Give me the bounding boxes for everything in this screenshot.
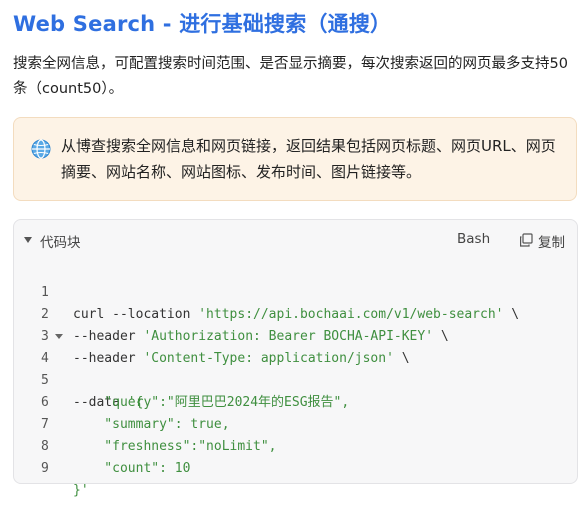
page-description: 搜索全网信息，可配置搜索时间范围、是否显示摘要，每次搜索返回的网页最多支持50条…: [13, 56, 568, 97]
code-block-header: 代码块 Bash 复制: [14, 220, 577, 260]
code-line: 5 "query":"阿里巴巴2024年的ESG报告",: [14, 348, 349, 410]
code-language: Bash: [457, 231, 491, 247]
code-line: 7 "freshness":"noLimit",: [14, 392, 277, 454]
line-number: 9: [41, 461, 49, 476]
code-line: 1 curl --location 'https://api.bochaai.c…: [14, 260, 519, 322]
code-text: "count": 10: [73, 461, 191, 476]
code-block-label[interactable]: 代码块: [40, 231, 81, 251]
collapse-caret-icon[interactable]: [24, 237, 32, 243]
copy-icon: [520, 233, 533, 247]
code-text: curl --location 'https://api.bochaai.com…: [73, 307, 520, 322]
code-text: }': [73, 483, 89, 498]
code-text: "summary": true,: [73, 417, 230, 432]
code-line: 2 --header 'Authorization: Bearer BOCHA-…: [14, 282, 449, 344]
code-line: 8 "count": 10: [14, 414, 190, 476]
globe-icon: [31, 139, 51, 159]
code-text: --header 'Authorization: Bearer BOCHA-AP…: [73, 329, 449, 344]
code-line: 6 "summary": true,: [14, 370, 230, 432]
fold-caret-icon[interactable]: [55, 334, 63, 339]
code-block: 代码块 Bash 复制 1 curl --location 'https://a…: [13, 219, 578, 498]
copy-label: 复制: [538, 235, 565, 251]
page-title: Web Search - 进行基础搜索（通搜）: [13, 12, 392, 36]
callout-text: 从博查搜索全网信息和网页链接，返回结果包括网页标题、网页URL、网页摘要、网站名…: [61, 137, 556, 181]
code-text: "query":"阿里巴巴2024年的ESG报告",: [73, 395, 350, 410]
code-text: "freshness":"noLimit",: [73, 439, 277, 454]
code-line: 4 --data '{: [14, 326, 143, 410]
code-line: 3 --header 'Content-Type: application/js…: [14, 304, 410, 366]
code-text: --header 'Content-Type: application/json…: [73, 351, 410, 366]
info-callout: 从博查搜索全网信息和网页链接，返回结果包括网页标题、网页URL、网页摘要、网站名…: [13, 117, 577, 201]
code-line: 9 }': [14, 436, 89, 498]
